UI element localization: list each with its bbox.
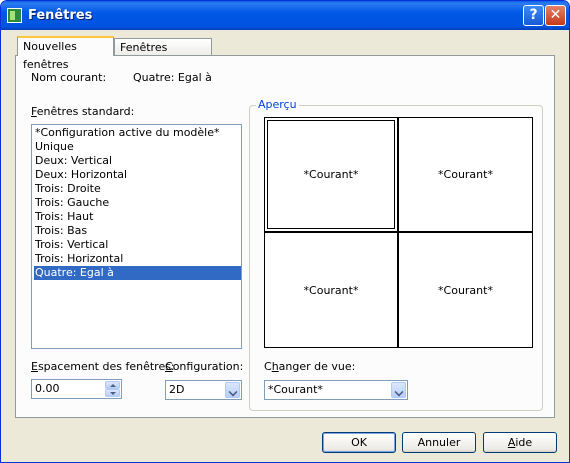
tab-new-viewports[interactable]: Nouvelles fenêtres [17, 36, 114, 71]
app-icon [7, 8, 22, 23]
change-view-label: Changer de vue: [264, 360, 356, 373]
viewport-label: *Courant* [438, 283, 493, 297]
viewport-label: *Courant* [438, 168, 493, 181]
list-item[interactable]: Unique [34, 140, 241, 154]
dialog-window: Fenêtres ? ✕ Nouvelles fenêtres Fenêtres… [0, 0, 570, 463]
list-item[interactable]: *Configuration active du modèle* [34, 126, 241, 140]
setup-value: 2D [169, 383, 185, 396]
standard-viewports-label: Fenêtres standard: [31, 105, 135, 118]
ok-button[interactable]: OK [322, 432, 396, 453]
spin-up-icon[interactable] [105, 381, 120, 389]
help-title-button[interactable]: ? [523, 5, 544, 26]
chevron-down-icon[interactable] [225, 382, 240, 398]
preview-viewport-active[interactable]: *Courant* [265, 118, 397, 231]
preview-viewport[interactable]: *Courant* [265, 233, 397, 347]
list-item-selected[interactable]: Quatre: Egal à [34, 266, 241, 280]
spacing-value: 0.00 [35, 382, 60, 395]
title-bar[interactable]: Fenêtres ? ✕ [1, 1, 569, 30]
preview-viewport[interactable]: *Courant* [399, 118, 532, 231]
list-item[interactable]: Deux: Vertical [34, 154, 241, 168]
spacing-input[interactable]: 0.00 [31, 379, 122, 399]
close-button[interactable]: ✕ [545, 5, 566, 26]
viewport-label: *Courant* [303, 283, 359, 297]
preview-viewport[interactable]: *Courant* [399, 233, 532, 347]
current-name-value: Quatre: Egal à [133, 71, 212, 84]
chevron-down-icon[interactable] [391, 382, 406, 398]
list-item[interactable]: Trois: Droite [34, 182, 241, 196]
viewport-label: *Courant* [303, 168, 359, 181]
setup-select[interactable]: 2D [165, 380, 242, 400]
help-button[interactable]: Aide [483, 432, 557, 453]
list-item[interactable]: Trois: Horizontal [34, 252, 241, 266]
cancel-button[interactable]: Annuler [402, 432, 476, 453]
list-item[interactable]: Trois: Bas [34, 224, 241, 238]
viewport-preview[interactable]: *Courant* *Courant* *Courant* *Courant* [264, 117, 533, 348]
spacing-label: Espacement des fenêtres: [31, 360, 175, 373]
list-item[interactable]: Trois: Vertical [34, 238, 241, 252]
list-item[interactable]: Trois: Haut [34, 210, 241, 224]
setup-label: Configuration: [165, 360, 244, 373]
list-item[interactable]: Trois: Gauche [34, 196, 241, 210]
change-view-select[interactable]: *Courant* [264, 380, 408, 400]
change-view-value: *Courant* [268, 383, 323, 396]
preview-group-title: Aperçu [256, 98, 299, 111]
standard-viewports-list[interactable]: *Configuration active du modèle* Unique … [31, 124, 242, 349]
list-item[interactable]: Deux: Horizontal [34, 168, 241, 182]
window-title: Fenêtres [28, 8, 93, 23]
spin-down-icon[interactable] [105, 389, 120, 397]
